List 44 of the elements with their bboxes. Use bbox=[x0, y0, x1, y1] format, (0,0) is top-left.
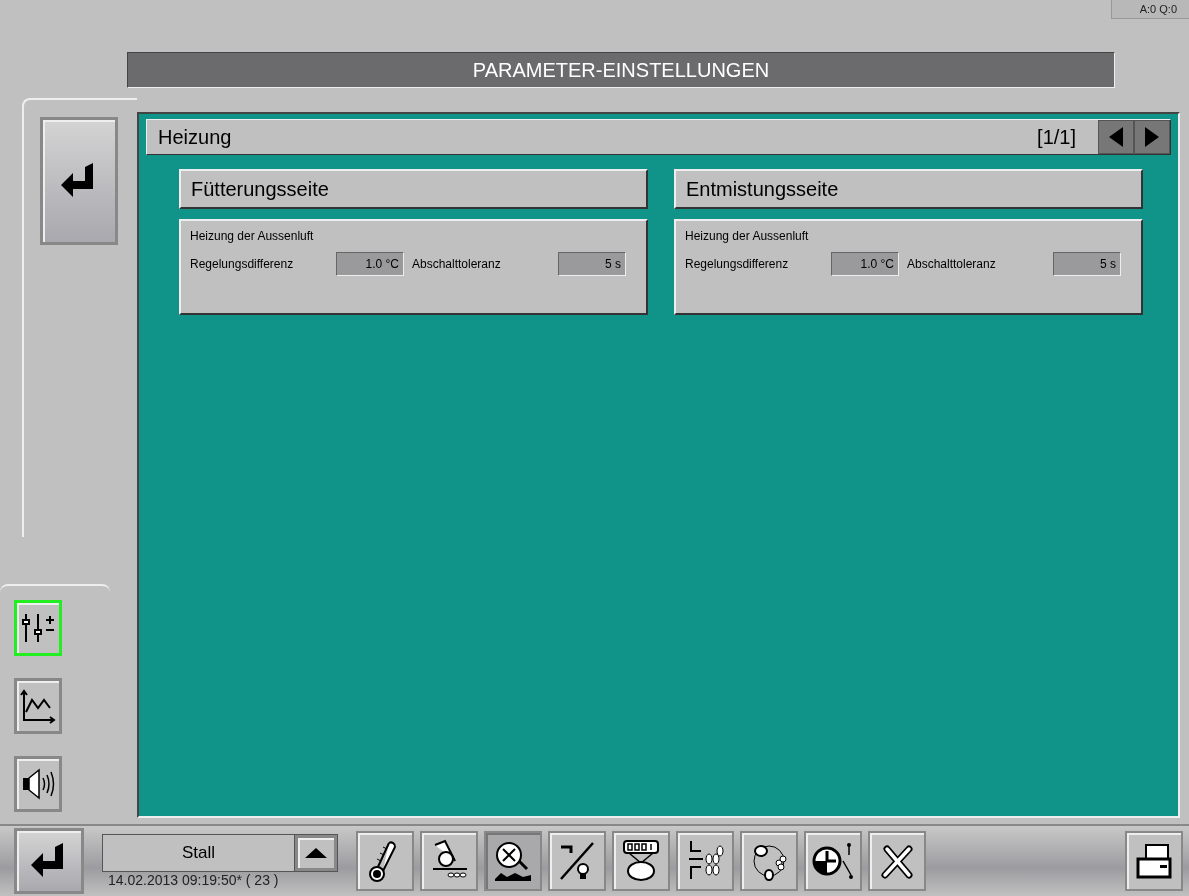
next-button[interactable] bbox=[1134, 120, 1170, 154]
value-field[interactable]: 1.0 °C bbox=[831, 252, 899, 276]
location-label: Stall bbox=[103, 835, 295, 871]
parameter-label: Abschalttoleranz bbox=[412, 257, 502, 271]
left-triangle-icon bbox=[1108, 126, 1124, 148]
toolbar-button[interactable] bbox=[420, 831, 478, 891]
line-chart-icon bbox=[20, 688, 56, 724]
value-field[interactable]: 5 s bbox=[558, 252, 626, 276]
toolbar-button[interactable] bbox=[676, 831, 734, 891]
right-triangle-icon bbox=[1144, 126, 1160, 148]
side-tab[interactable] bbox=[14, 678, 62, 734]
toolbar-button[interactable] bbox=[804, 831, 862, 891]
value-field[interactable]: 1.0 °C bbox=[336, 252, 404, 276]
location-up-button[interactable] bbox=[295, 835, 337, 871]
toolbar-button[interactable] bbox=[612, 831, 670, 891]
egg-counter-icon bbox=[621, 839, 661, 883]
printer-icon bbox=[1134, 841, 1174, 881]
side-tab[interactable] bbox=[14, 756, 62, 812]
parameter-label: Regelungsdifferenz bbox=[685, 257, 790, 271]
back-button[interactable] bbox=[14, 828, 84, 894]
back-button[interactable] bbox=[40, 117, 118, 245]
page-indicator: [1/1] bbox=[1037, 125, 1076, 149]
timestamp: 14.02.2013 09:19:50* ( 23 ) bbox=[107, 872, 280, 888]
speaker-icon bbox=[20, 766, 56, 802]
subgroup-title: Heizung der Aussenluft bbox=[190, 229, 315, 243]
page-title: PARAMETER-EINSTELLUNGEN bbox=[127, 52, 1115, 88]
subgroup-title: Heizung der Aussenluft bbox=[685, 229, 810, 243]
toolbar-button[interactable] bbox=[740, 831, 798, 891]
toolbar-button[interactable] bbox=[356, 831, 414, 891]
location-selector[interactable]: Stall bbox=[102, 834, 338, 872]
group-title: Entmistungsseite bbox=[674, 169, 1143, 209]
group-title: Fütterungsseite bbox=[179, 169, 648, 209]
parameter-label: Abschalttoleranz bbox=[907, 257, 997, 271]
side-tab[interactable] bbox=[14, 600, 62, 656]
section-title: Heizung bbox=[157, 125, 233, 149]
print-button[interactable] bbox=[1125, 831, 1183, 891]
parameter-label: Regelungsdifferenz bbox=[190, 257, 295, 271]
up-triangle-icon bbox=[304, 847, 328, 859]
toolbar-button[interactable] bbox=[548, 831, 606, 891]
io-status: A:0 Q:0 bbox=[1110, 0, 1189, 19]
previous-button[interactable] bbox=[1098, 120, 1134, 154]
value-field[interactable]: 5 s bbox=[1053, 252, 1121, 276]
toolbar-button[interactable] bbox=[484, 831, 542, 891]
toolbar-button[interactable] bbox=[868, 831, 926, 891]
